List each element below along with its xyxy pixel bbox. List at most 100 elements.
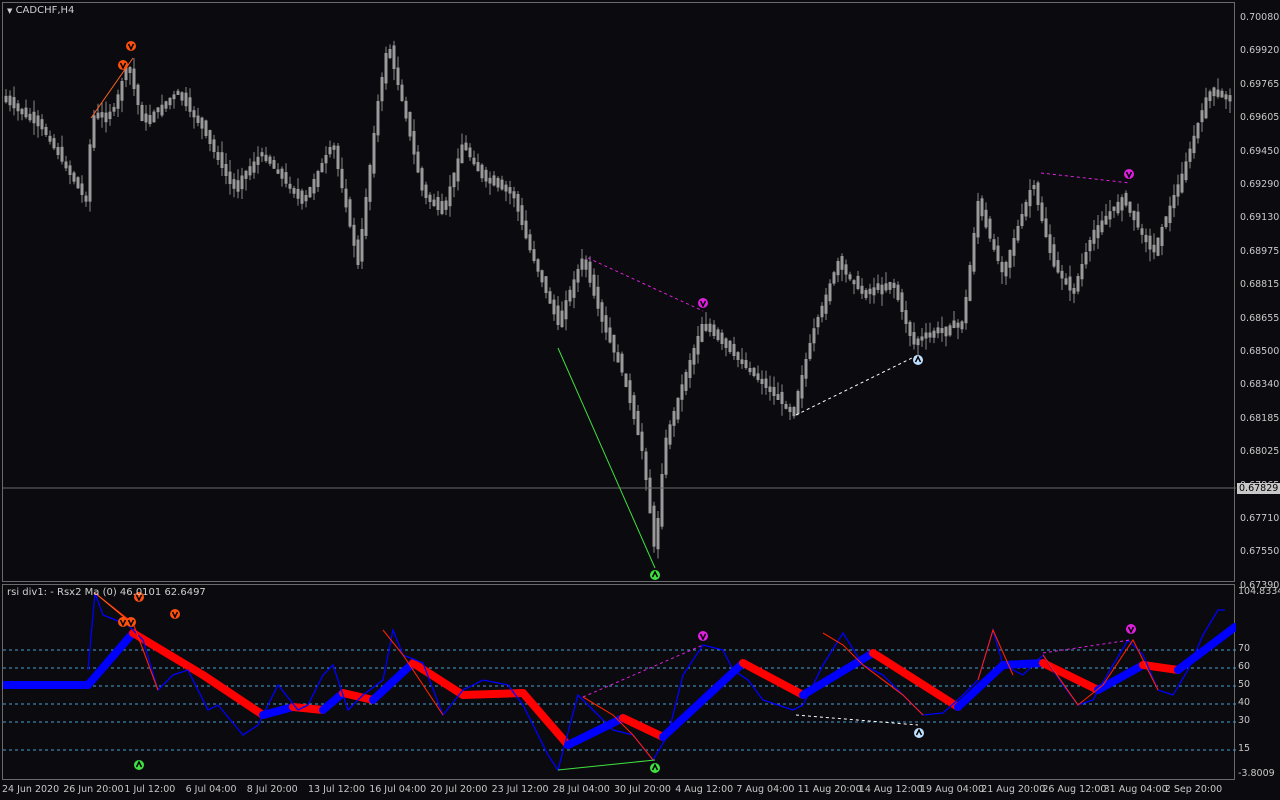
candle-body xyxy=(904,310,908,324)
candle-body xyxy=(1084,252,1088,265)
candle-body xyxy=(256,156,260,165)
candle-body xyxy=(380,77,384,102)
candle-body xyxy=(508,187,512,194)
price-chart-panel[interactable]: ▼ CADCHF,H4 xyxy=(2,2,1236,583)
candle-body xyxy=(524,220,528,239)
candle-body xyxy=(712,324,716,336)
arrow-down-icon xyxy=(118,60,128,70)
candle-body xyxy=(312,179,316,194)
candle-body xyxy=(588,261,592,283)
candle-body xyxy=(1064,278,1068,285)
candle-body xyxy=(964,297,968,324)
rsx-line xyxy=(87,592,1225,772)
indicator-min-label: -3.8009 xyxy=(1238,768,1275,779)
candle-body xyxy=(540,270,544,283)
candle-body xyxy=(232,179,236,189)
candle-body xyxy=(756,373,760,380)
candle-body xyxy=(1092,229,1096,244)
candle-body xyxy=(1024,202,1028,217)
candle-body xyxy=(604,315,608,333)
candle-body xyxy=(1200,110,1204,123)
time-axis-label: 30 Jul 20:00 xyxy=(614,784,671,795)
candle-body xyxy=(384,53,388,84)
rsx-ma-line xyxy=(869,649,962,711)
candle-body xyxy=(784,404,788,409)
price-chart-canvas[interactable] xyxy=(3,3,1236,583)
indicator-level-label: 30 xyxy=(1238,715,1251,726)
time-axis-label: 6 Jul 04:00 xyxy=(185,784,237,795)
time-axis-label: 19 Aug 04:00 xyxy=(920,784,985,795)
candle-body xyxy=(544,276,548,293)
candle-body xyxy=(512,191,516,199)
candle-body xyxy=(216,152,220,160)
candle-body xyxy=(1140,228,1144,235)
candle-body xyxy=(776,394,780,400)
candle-body xyxy=(848,274,852,280)
candle-body xyxy=(1104,215,1108,225)
chart-window[interactable]: ▼ CADCHF,H4 0.70080 0.69920 0.69765 0.69605… xyxy=(0,0,1280,800)
candle-body xyxy=(348,199,352,227)
candle-body xyxy=(416,151,420,173)
candle-body xyxy=(1000,261,1004,273)
candle-body xyxy=(644,451,648,480)
candle-body xyxy=(764,378,768,388)
candle-body xyxy=(520,205,524,225)
candle-body xyxy=(1220,90,1224,98)
price-axis-label: 0.68500 xyxy=(1240,346,1280,357)
candle-body xyxy=(472,157,476,165)
arrow-down-icon xyxy=(170,609,180,619)
candle-body xyxy=(100,112,104,118)
candle-body xyxy=(944,326,948,337)
candle-body xyxy=(1088,240,1092,252)
candle-body xyxy=(744,360,748,368)
candle-body xyxy=(556,305,560,325)
time-axis-label: 20 Jul 20:00 xyxy=(430,784,488,795)
candle-body xyxy=(992,239,996,250)
candle-body xyxy=(260,152,264,157)
candle-body xyxy=(188,97,192,112)
candle-body xyxy=(296,188,300,199)
candle-body xyxy=(1124,192,1128,206)
candle-body xyxy=(580,258,584,270)
symbol-title[interactable]: ▼ CADCHF,H4 xyxy=(7,5,74,16)
candle-body xyxy=(892,282,896,288)
candle-body xyxy=(292,188,296,194)
candle-body xyxy=(1076,276,1080,292)
candle-body xyxy=(900,292,904,312)
candle-body xyxy=(720,332,724,344)
candle-body xyxy=(1176,184,1180,197)
indicator-panel[interactable]: rsi div1: - Rsx2 Ma (0) 46.0101 62.6497 xyxy=(2,584,1236,781)
candle-body xyxy=(572,279,576,298)
candle-body xyxy=(680,384,684,400)
candle-body xyxy=(1136,211,1140,228)
candle-body xyxy=(1184,161,1188,181)
candle-body xyxy=(708,323,712,332)
candle-body xyxy=(628,380,632,403)
candle-body xyxy=(4,95,8,103)
price-axis-label: 0.68025 xyxy=(1240,446,1280,458)
candle-body xyxy=(456,158,460,182)
candle-body xyxy=(76,177,80,189)
candle-body xyxy=(412,130,416,155)
rsx-ma-line xyxy=(799,649,877,699)
candle-body xyxy=(148,115,152,125)
candle-body xyxy=(1132,210,1136,221)
price-axis-label: 0.67710 xyxy=(1240,513,1280,524)
candle-body xyxy=(1196,123,1200,139)
price-axis-label: 0.68185 xyxy=(1240,412,1280,424)
candle-body xyxy=(392,45,396,69)
indicator-canvas[interactable] xyxy=(3,585,1236,781)
candle-body xyxy=(112,106,116,112)
candle-body xyxy=(796,391,800,414)
candle-body xyxy=(1204,97,1208,119)
candle-body xyxy=(948,325,952,336)
indicator-title: rsi div1: - Rsx2 Ma (0) 46.0101 62.6497 xyxy=(7,587,206,598)
candle-body xyxy=(328,147,332,155)
candle-body xyxy=(220,152,224,168)
candle-body xyxy=(104,112,108,123)
dropdown-triangle-icon[interactable]: ▼ xyxy=(7,7,12,15)
candle-body xyxy=(280,168,284,179)
candle-body xyxy=(492,175,496,186)
candle-body xyxy=(640,431,644,451)
candle-body xyxy=(168,97,172,106)
